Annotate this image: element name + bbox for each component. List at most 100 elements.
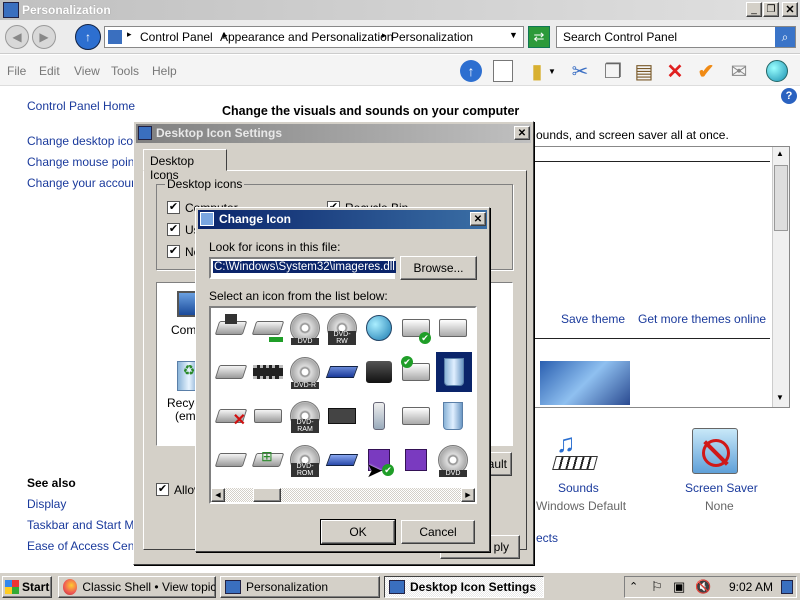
scroll-up-icon[interactable]: ▲ — [776, 149, 784, 158]
drive-icon[interactable] — [214, 354, 248, 390]
theme-list[interactable]: Save theme Get more themes online ▲ ▼ — [530, 146, 790, 408]
menu-help[interactable]: Help — [152, 64, 177, 78]
dvd-rw-icon[interactable]: DVD-RW — [325, 310, 359, 346]
user-checkbox[interactable]: ✔ — [167, 223, 180, 236]
lock-icon[interactable] — [469, 398, 475, 434]
file-path-input[interactable]: C:\Windows\System32\imageres.dll — [209, 257, 396, 279]
up-button[interactable]: ↑ — [75, 24, 101, 50]
theme-thumbnail[interactable] — [540, 361, 630, 405]
dvd-rom-icon[interactable]: DVD-ROM — [288, 442, 322, 478]
copy-icon[interactable]: ❐ — [600, 58, 626, 84]
paste-icon[interactable]: ▤ — [631, 58, 657, 84]
taskbar-item-desktop-icon-settings[interactable]: Desktop Icon Settings — [384, 576, 544, 598]
tab-desktop-icons[interactable]: Desktop Icons — [143, 149, 227, 182]
address-field[interactable]: ▸ Control Panel ▸ Appearance and Persona… — [104, 26, 524, 48]
dialog-titlebar[interactable]: Desktop Icon Settings ✕ — [136, 124, 531, 143]
search-field[interactable]: Search Control Panel ⌕ — [556, 26, 796, 48]
allow-themes-checkbox[interactable]: ✔ — [156, 483, 169, 496]
drive-icon[interactable] — [214, 310, 248, 346]
ease-of-access-link[interactable]: Ease of Access Cente — [27, 539, 144, 553]
printer-default-icon[interactable]: ✔ — [399, 310, 433, 346]
menu-view[interactable]: View — [74, 64, 100, 78]
recycle-bin-icon[interactable] — [436, 352, 472, 392]
flag-icon[interactable]: ⚐ — [651, 579, 663, 595]
ok-button[interactable]: OK — [320, 519, 396, 545]
blue-drive-icon[interactable] — [325, 442, 359, 478]
properties-icon[interactable]: ✔ — [693, 58, 719, 84]
drive-error-icon[interactable]: ✕ — [214, 398, 248, 434]
phone-icon[interactable] — [362, 398, 396, 434]
breadcrumb-appearance[interactable]: Appearance and Personalization — [220, 30, 393, 44]
icon-grid-scrollbar[interactable]: ◀ ▶ — [211, 488, 475, 502]
panel-icon[interactable] — [490, 58, 516, 84]
taskbar-item-browser[interactable]: Classic Shell • View topic ... — [58, 576, 216, 598]
close-button[interactable]: ✕ — [782, 2, 798, 17]
address-dropdown-icon[interactable]: ▼ — [509, 30, 518, 40]
search-icon[interactable]: ⌕ — [775, 27, 795, 47]
back-button[interactable]: ◀ — [5, 25, 29, 49]
get-more-themes-link[interactable]: Get more themes online — [638, 312, 766, 326]
network-checkbox[interactable]: ✔ — [167, 245, 180, 258]
change-icon-close-button[interactable]: ✕ — [470, 212, 486, 226]
dropdown-arrow-icon[interactable]: ▼ — [546, 58, 558, 84]
breadcrumb-sep-icon[interactable]: ▸ — [382, 30, 387, 41]
floppy-icon[interactable] — [399, 442, 433, 478]
list-scrollbar[interactable]: ▲ ▼ — [772, 147, 789, 407]
menu-tools[interactable]: Tools — [111, 64, 139, 78]
restore-button[interactable]: ❐ — [763, 2, 779, 17]
camcorder-icon[interactable] — [362, 354, 396, 390]
network-icon[interactable]: ▣ — [673, 579, 685, 595]
breadcrumb-control-panel[interactable]: Control Panel — [140, 30, 213, 44]
save-theme-link[interactable]: Save theme — [561, 312, 625, 326]
network-drive-icon[interactable] — [251, 310, 285, 346]
scroll-thumb[interactable] — [253, 488, 281, 502]
menu-edit[interactable]: Edit — [39, 64, 60, 78]
network-globe-icon[interactable] — [362, 310, 396, 346]
display-link[interactable]: Display — [27, 497, 66, 511]
breadcrumb-personalization[interactable]: Personalization — [391, 30, 473, 44]
change-desktop-icons-link[interactable]: Change desktop icons — [27, 134, 146, 148]
screen-saver-icon[interactable] — [692, 428, 738, 474]
dvd-r-icon[interactable]: DVD-R — [288, 354, 322, 390]
flat-drive-icon[interactable] — [251, 398, 285, 434]
sounds-label[interactable]: Sounds — [558, 481, 599, 495]
dvd-ram-icon[interactable]: DVD-RAM — [288, 398, 322, 434]
refresh-button[interactable]: ⇄ — [528, 26, 550, 48]
change-icon-titlebar[interactable]: Change Icon ✕ — [198, 210, 487, 229]
camera-icon[interactable] — [469, 310, 475, 346]
dvd-drive-icon[interactable]: DVD — [288, 310, 322, 346]
clock[interactable]: 9:02 AM — [729, 580, 773, 594]
computer-checkbox[interactable]: ✔ — [167, 201, 180, 214]
sounds-icon[interactable]: ♫ — [550, 428, 600, 478]
dvd-icon[interactable]: DVD — [436, 442, 470, 478]
cancel-button[interactable]: Cancel — [401, 520, 475, 544]
recycle-bin-empty-icon[interactable] — [436, 398, 470, 434]
forward-button[interactable]: ▶ — [32, 25, 56, 49]
show-hidden-icon[interactable]: ⌃ — [629, 580, 638, 593]
address-chevron-icon[interactable]: ▸ — [127, 29, 132, 40]
scroll-down-icon[interactable]: ▼ — [776, 393, 784, 402]
network-printer-icon[interactable]: ✔ — [399, 354, 433, 390]
dialog-close-button[interactable]: ✕ — [514, 126, 530, 140]
scroll-right-button[interactable]: ▶ — [461, 488, 475, 502]
help-icon[interactable]: ? — [781, 88, 797, 104]
change-mouse-pointers-link[interactable]: Change mouse pointe — [27, 155, 144, 169]
printer-icon[interactable] — [399, 398, 433, 434]
browse-button[interactable]: Browse... — [400, 256, 477, 280]
scroll-left-button[interactable]: ◀ — [211, 488, 225, 502]
control-panel-home-link[interactable]: Control Panel Home — [27, 99, 135, 113]
memory-chip-icon[interactable] — [251, 354, 285, 390]
tape-drive-icon[interactable] — [325, 398, 359, 434]
minimize-button[interactable]: _ — [746, 2, 762, 17]
scroll-thumb[interactable] — [774, 165, 788, 231]
up-folder-icon[interactable]: ↑ — [458, 58, 484, 84]
taskbar-item-personalization[interactable]: Personalization — [220, 576, 380, 598]
start-button[interactable]: Start — [2, 576, 52, 598]
delete-icon[interactable]: ✕ — [662, 58, 688, 84]
icon-grid[interactable]: DVD DVD-RW ✔ DVD-R ✔ ✕ DVD-RAM ⊞ DVD-ROM… — [209, 306, 477, 504]
volume-icon[interactable]: 🔇 — [695, 579, 711, 595]
taskbar-link[interactable]: Taskbar and Start Men — [27, 518, 148, 532]
cut-icon[interactable]: ✂ — [567, 58, 593, 84]
menu-file[interactable]: File — [7, 64, 26, 78]
mail-icon[interactable]: ✉ — [726, 58, 752, 84]
